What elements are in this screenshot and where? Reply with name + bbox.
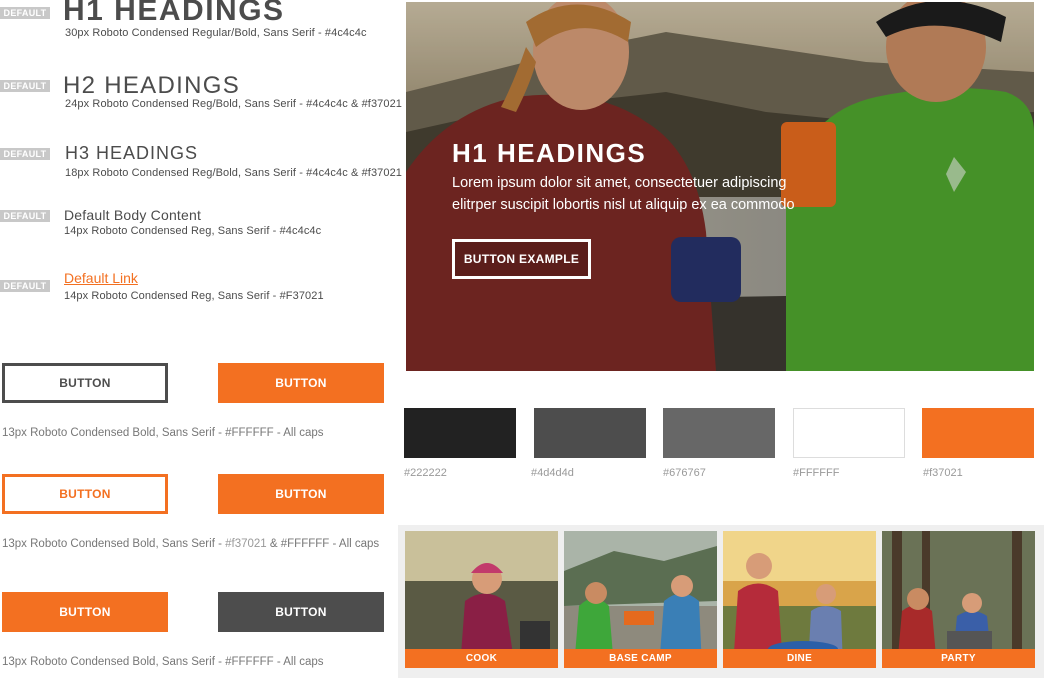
default-tag: DEFAULT bbox=[0, 280, 50, 292]
h3-sample: H3 HEADINGS bbox=[65, 143, 199, 163]
default-tag: DEFAULT bbox=[0, 7, 50, 19]
default-tag: DEFAULT bbox=[0, 148, 50, 160]
button-outline-orange[interactable]: BUTTON bbox=[2, 474, 168, 514]
note-text: & #FFFFFF - All caps bbox=[266, 538, 380, 550]
hero-text-line1: Lorem ipsum dolor sit amet, consectetuer… bbox=[452, 175, 787, 191]
swatch-label: #676767 bbox=[663, 467, 706, 479]
button-row1-note: 13px Roboto Condensed Bold, Sans Serif -… bbox=[2, 427, 324, 439]
swatch-label: #222222 bbox=[404, 467, 447, 479]
swatch-222222 bbox=[404, 408, 516, 458]
swatch-label: #4d4d4d bbox=[531, 467, 574, 479]
h2-sample: H2 HEADINGS bbox=[63, 72, 241, 99]
base-camp-photo bbox=[564, 531, 717, 668]
default-link-sample[interactable]: Default Link bbox=[64, 270, 138, 286]
swatch-label: #f37021 bbox=[923, 467, 963, 479]
h2-description: 24px Roboto Condensed Reg/Bold, Sans Ser… bbox=[65, 98, 403, 110]
button-row3-note: 13px Roboto Condensed Bold, Sans Serif -… bbox=[2, 656, 324, 668]
link-description: 14px Roboto Condensed Reg, Sans Serif - … bbox=[64, 290, 324, 302]
h3-description: 18px Roboto Condensed Reg/Bold, Sans Ser… bbox=[65, 167, 403, 179]
button-solid-orange[interactable]: BUTTON bbox=[218, 474, 384, 514]
button-solid-orange[interactable]: BUTTON bbox=[2, 592, 168, 632]
hero-text-line2: elitrper suscipit lobortis nisl ut aliqu… bbox=[452, 197, 795, 213]
tile-dine[interactable]: DINE bbox=[723, 531, 876, 668]
swatch-676767 bbox=[663, 408, 775, 458]
tile-base-camp[interactable]: BASE CAMP bbox=[564, 531, 717, 668]
dine-photo bbox=[723, 531, 876, 668]
tile-party[interactable]: PARTY bbox=[882, 531, 1035, 668]
note-text: 13px Roboto Condensed Bold, Sans Serif - bbox=[2, 538, 226, 550]
tile-label: BASE CAMP bbox=[564, 649, 717, 668]
default-tag: DEFAULT bbox=[0, 80, 50, 92]
h1-sample: H1 HEADINGS bbox=[63, 0, 285, 27]
tile-label: PARTY bbox=[882, 649, 1035, 668]
default-tag: DEFAULT bbox=[0, 210, 50, 222]
tile-label: DINE bbox=[723, 649, 876, 668]
swatch-4d4d4d bbox=[534, 408, 646, 458]
swatch-label: #FFFFFF bbox=[793, 467, 840, 479]
tile-cook[interactable]: COOK bbox=[405, 531, 558, 668]
h1-description: 30px Roboto Condensed Regular/Bold, Sans… bbox=[65, 27, 367, 39]
button-solid-dark[interactable]: BUTTON bbox=[218, 592, 384, 632]
swatch-f37021 bbox=[922, 408, 1034, 458]
swatch-ffffff bbox=[793, 408, 905, 458]
button-row2-note: 13px Roboto Condensed Bold, Sans Serif -… bbox=[2, 538, 379, 550]
button-solid-orange[interactable]: BUTTON bbox=[218, 363, 384, 403]
hero-button[interactable]: BUTTON EXAMPLE bbox=[452, 239, 591, 279]
cook-photo bbox=[405, 531, 558, 668]
button-outline-dark[interactable]: BUTTON bbox=[2, 363, 168, 403]
party-photo bbox=[882, 531, 1035, 668]
body-description: 14px Roboto Condensed Reg, Sans Serif - … bbox=[64, 225, 322, 237]
hero-heading: H1 HEADINGS bbox=[452, 138, 647, 168]
note-accent: #f37021 bbox=[225, 538, 267, 550]
body-sample: Default Body Content bbox=[64, 207, 202, 223]
hero-banner: H1 HEADINGS Lorem ipsum dolor sit amet, … bbox=[406, 2, 1034, 371]
tile-label: COOK bbox=[405, 649, 558, 668]
